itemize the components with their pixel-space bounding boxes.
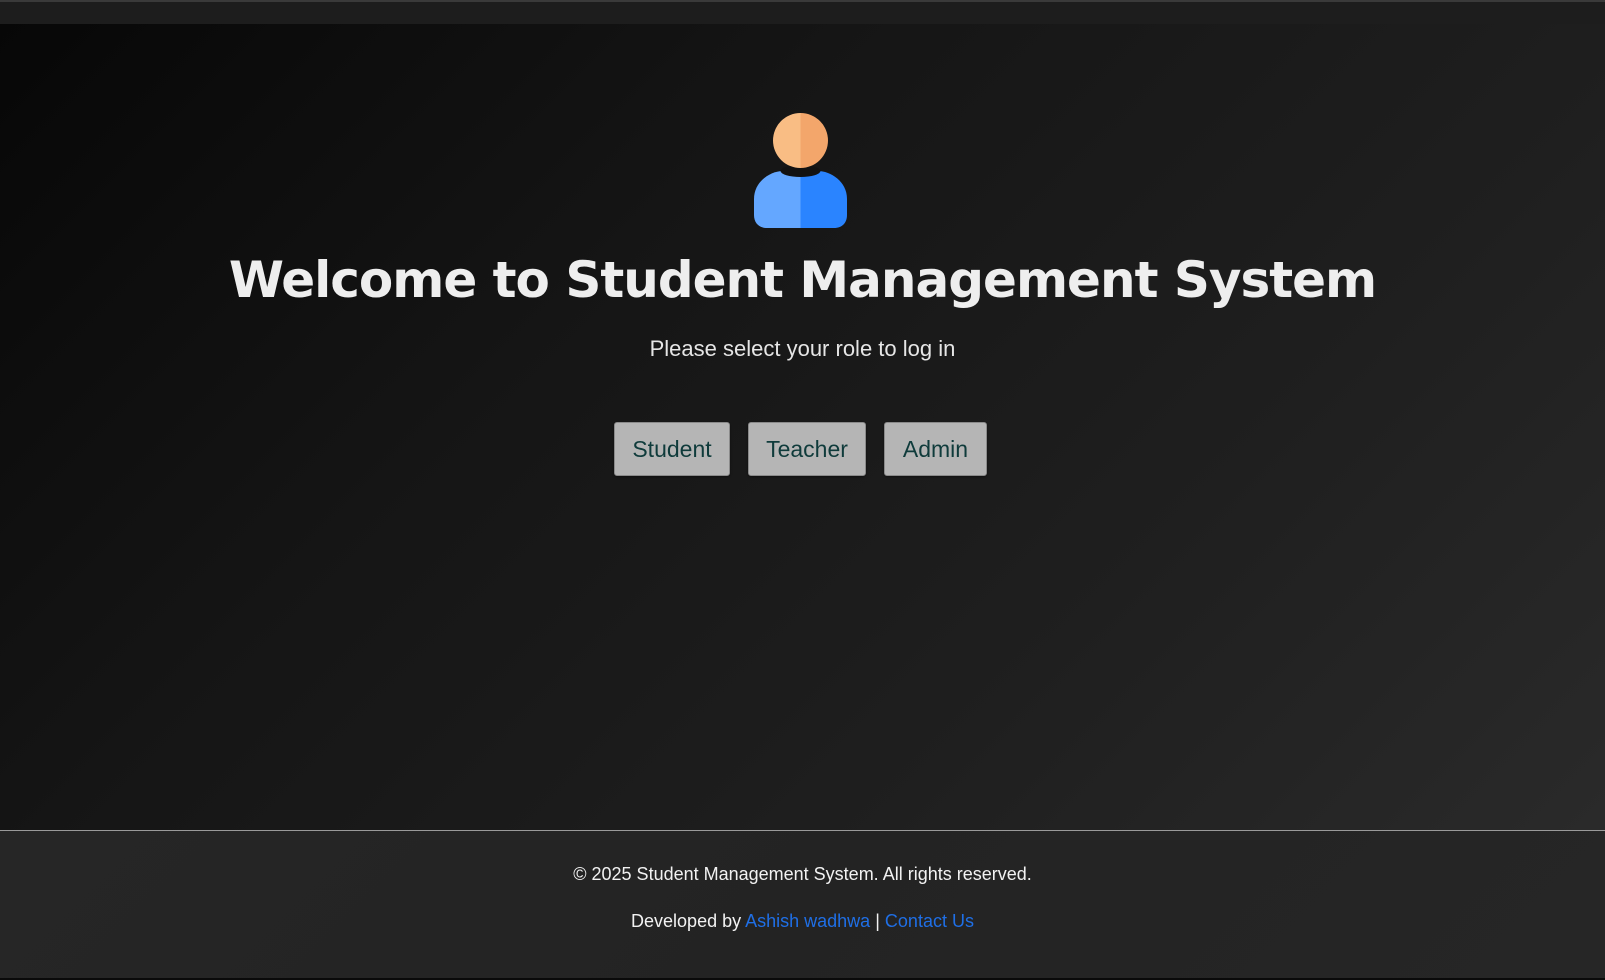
footer-credits: Developed by Ashish wadhwa | Contact Us [0, 909, 1605, 933]
teacher-role-button[interactable]: Teacher [748, 422, 866, 476]
user-avatar-icon [754, 113, 847, 228]
contact-us-link[interactable]: Contact Us [885, 911, 974, 931]
student-role-button[interactable]: Student [614, 422, 730, 476]
admin-role-button[interactable]: Admin [884, 422, 987, 476]
developed-by-label: Developed by [631, 911, 742, 931]
footer: © 2025 Student Management System. All ri… [0, 830, 1605, 980]
footer-copyright: © 2025 Student Management System. All ri… [573, 864, 1032, 884]
page-subtitle: Please select your role to log in [649, 336, 956, 361]
developer-link[interactable]: Ashish wadhwa [745, 911, 870, 931]
page-title: Welcome to Student Management System [228, 251, 1377, 309]
top-bar [0, 0, 1605, 24]
page: Welcome to Student Management System Ple… [0, 0, 1605, 980]
footer-separator: | [875, 911, 880, 931]
